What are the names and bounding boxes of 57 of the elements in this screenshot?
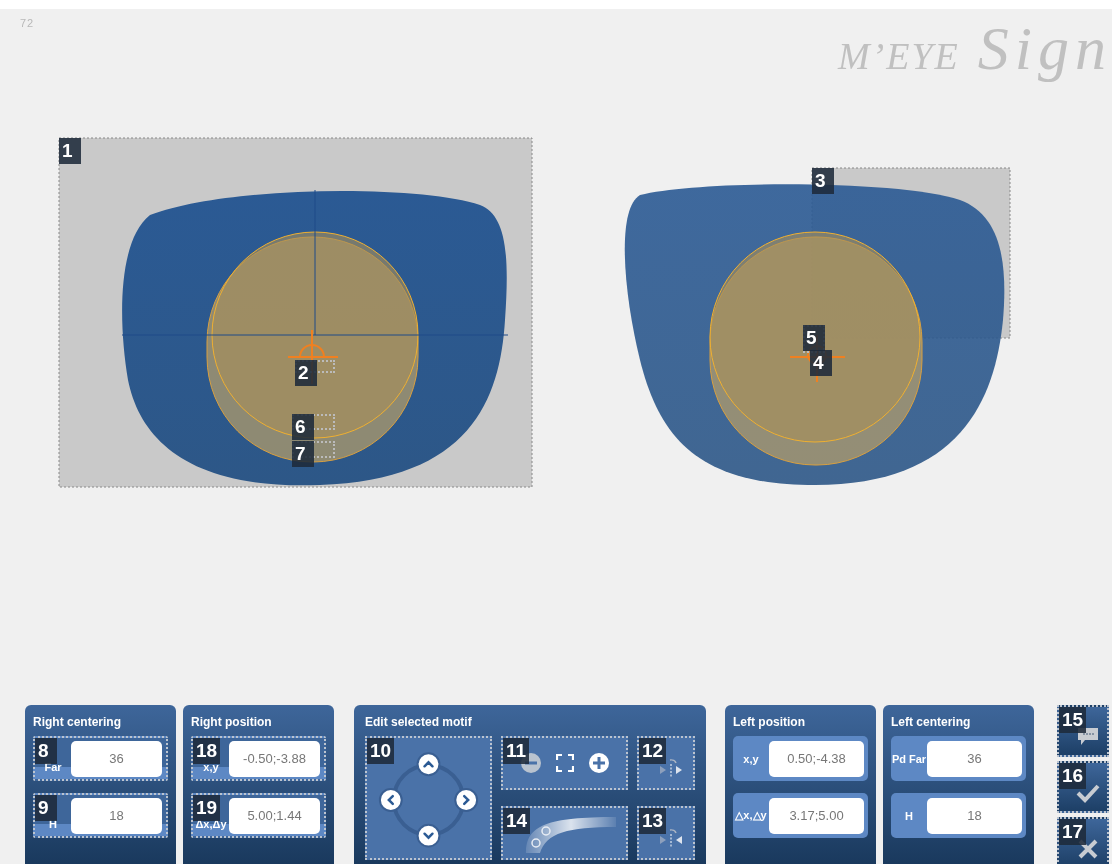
marker-badge: 10 [367,738,395,764]
input-field[interactable]: 0.50;-4.38 [769,740,864,777]
panel-title: Left position [733,715,806,729]
mirror-button[interactable]: 12 [637,736,695,790]
marker-badge: 2 [295,360,317,386]
page-number: 72 [20,17,35,29]
marker-badge: 5 [803,325,825,351]
input-field[interactable]: 18 [71,797,162,834]
flip-button[interactable]: 13 [637,806,695,860]
panel-title: Edit selected motif [365,715,473,729]
left-arrow-button[interactable] [378,788,403,812]
close-icon [1077,839,1099,859]
marker-badge: 9 [35,795,57,821]
input-field[interactable]: 5.00;1.44 [229,797,320,834]
down-arrow-button[interactable] [416,823,441,848]
panel-title: Left centering [891,715,972,729]
confirm-button[interactable]: 16 [1057,761,1109,813]
field-label: H [904,809,914,822]
marker-badge: 19 [193,795,221,821]
marker-badge: 8 [35,738,57,764]
check-icon [1076,783,1100,803]
field-label: △x,△y [734,809,768,822]
field-label: x,y [202,761,220,775]
marker-badge: 16 [1059,763,1087,789]
text-arc-button[interactable]: 14 [501,806,628,860]
marker-badge: 12 [639,738,667,764]
mirror-icon [658,756,684,778]
comment-button[interactable]: 15 [1057,705,1109,757]
input-field[interactable]: 36 [71,740,162,777]
panel-title: Right centering [33,715,122,729]
fit-screen-button[interactable] [555,754,574,772]
right-arrow-button[interactable] [454,788,479,812]
field-label: Far [43,761,63,775]
field-label: Pd Far [891,752,927,765]
input-field[interactable]: 3.17;5.00 [769,797,864,834]
marker-badge: 13 [639,808,667,834]
flip-icon [658,826,684,848]
marker-badge: 17 [1059,819,1087,845]
marker-badge: 7 [292,441,314,467]
field-label: Δx,Δy [194,818,228,832]
zoom-in-button[interactable] [587,752,610,774]
up-arrow-button[interactable] [416,752,441,777]
marker-badge: 18 [193,738,221,764]
marker-badge: 3 [812,168,834,194]
panel-title: Right position [191,715,273,729]
marker-badge: 1 [59,138,81,164]
input-field[interactable]: 18 [927,797,1022,834]
cancel-button[interactable]: 17 [1057,817,1109,864]
input-field[interactable]: 36 [927,740,1022,777]
field-label: x,y [742,752,760,765]
marker-badge: 4 [810,350,832,376]
marker-badge: 15 [1059,707,1087,733]
field-label: H [48,818,58,832]
marker-badge: 14 [503,808,531,834]
marker-badge: 11 [503,738,530,764]
input-field[interactable]: -0.50;-3.88 [229,740,320,777]
marker-badge: 6 [292,414,314,440]
